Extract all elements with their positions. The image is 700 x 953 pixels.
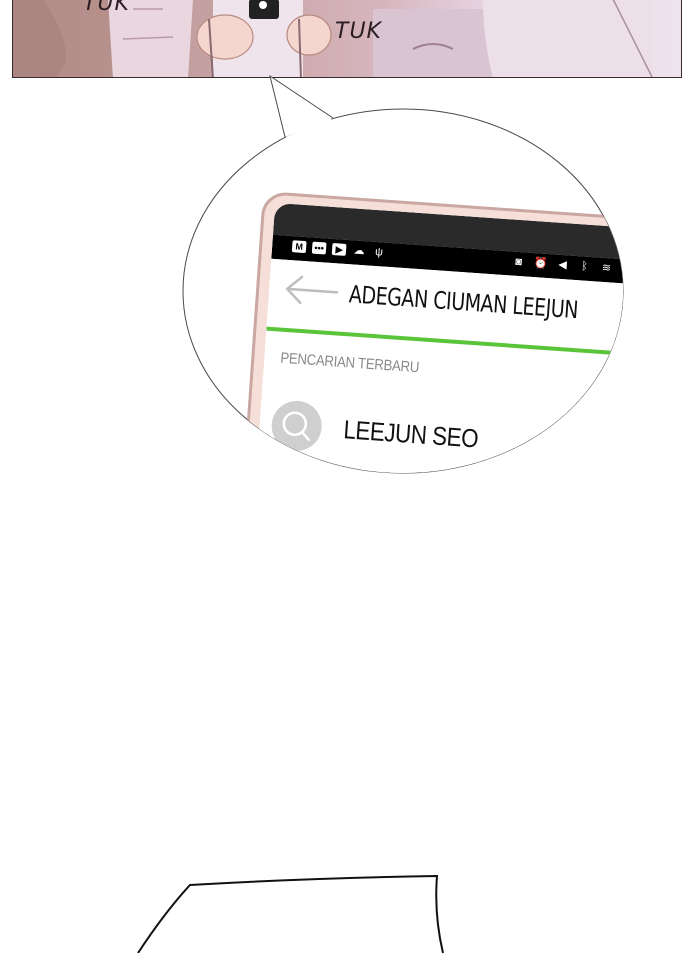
bottom-speech-bubble bbox=[137, 874, 444, 953]
